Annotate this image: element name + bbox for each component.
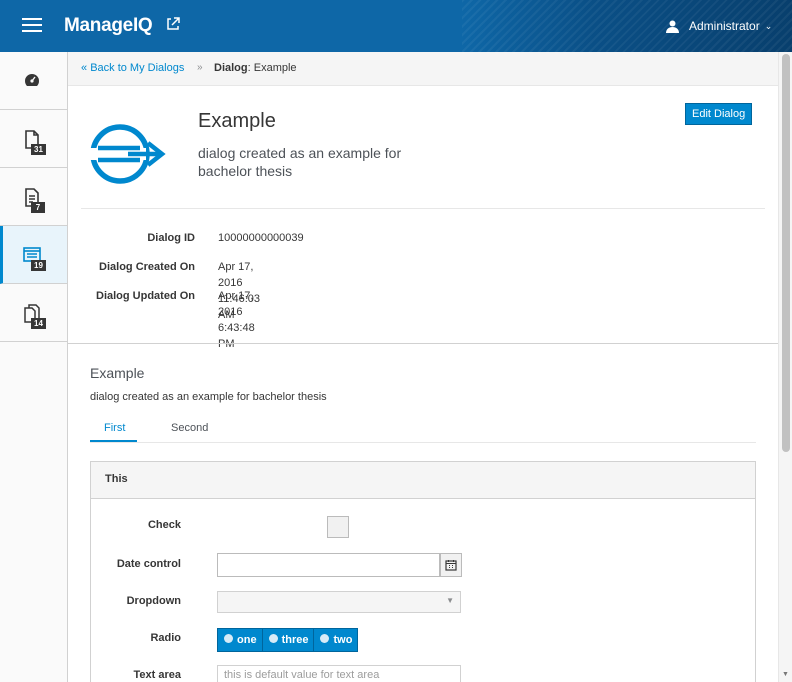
text-area-field[interactable]: this is default value for text area xyxy=(217,665,461,682)
user-icon xyxy=(666,20,679,33)
tab-second[interactable]: Second xyxy=(171,422,208,440)
scroll-down-icon[interactable]: ▼ xyxy=(782,671,789,678)
sidebar-item-files[interactable]: 31 xyxy=(0,110,67,168)
sidebar: 31 7 19 14 xyxy=(0,52,68,682)
sidebar-item-dashboard[interactable] xyxy=(0,52,67,110)
dashboard-icon xyxy=(25,74,40,86)
property-value: 10000000000039 xyxy=(218,232,304,244)
scrollbar[interactable]: ▼ xyxy=(778,52,792,682)
dialog-large-icon xyxy=(88,124,166,184)
dropdown-select[interactable]: ▼ xyxy=(217,591,461,613)
count-badge: 19 xyxy=(31,260,46,271)
count-badge: 14 xyxy=(31,318,46,329)
field-label-dropdown: Dropdown xyxy=(126,595,181,607)
chevron-down-icon: ⌄ xyxy=(764,20,773,31)
caret-down-icon: ▼ xyxy=(446,596,454,605)
count-badge: 7 xyxy=(31,202,45,213)
sidebar-item-dialogs[interactable]: 19 xyxy=(0,226,67,284)
breadcrumb-separator-icon: » xyxy=(197,62,203,73)
dialog-title: Example xyxy=(198,110,276,132)
divider xyxy=(81,208,765,209)
property-label: Dialog Updated On xyxy=(96,290,195,302)
menu-toggle-icon[interactable] xyxy=(22,18,42,32)
dialog-description: dialog created as an example for bachelo… xyxy=(198,145,402,179)
property-label: Dialog ID xyxy=(147,232,195,244)
radio-dot-icon xyxy=(268,633,278,643)
date-control-input[interactable] xyxy=(217,553,440,577)
calendar-button[interactable] xyxy=(440,553,462,577)
tab-first[interactable]: First xyxy=(90,422,138,442)
check-checkbox[interactable] xyxy=(327,516,349,538)
property-label: Dialog Created On xyxy=(99,261,195,273)
field-label-check: Check xyxy=(147,519,181,531)
count-badge: 31 xyxy=(31,144,46,155)
sidebar-item-copies[interactable]: 14 xyxy=(0,284,67,342)
scrollbar-thumb[interactable] xyxy=(782,54,790,452)
radio-option-three[interactable]: three xyxy=(263,629,315,651)
breadcrumb-current: Dialog: Example xyxy=(214,62,297,74)
user-menu[interactable]: Administrator ⌄ xyxy=(666,19,772,33)
field-label-radio: Radio xyxy=(150,632,181,644)
main-content: « Back to My Dialogs » Dialog: Example E… xyxy=(68,52,778,682)
field-label-date: Date control xyxy=(116,558,181,570)
edit-dialog-button[interactable]: Edit Dialog xyxy=(685,103,753,125)
divider xyxy=(68,343,778,344)
sidebar-item-documents[interactable]: 7 xyxy=(0,168,67,226)
section-heading: This xyxy=(91,462,755,499)
radio-dot-icon xyxy=(320,633,330,643)
user-name: Administrator xyxy=(689,19,760,33)
radio-option-one[interactable]: one xyxy=(218,629,263,651)
radio-dot-icon xyxy=(224,633,233,643)
form-tabs: First Second xyxy=(90,419,756,443)
radio-group: one three two xyxy=(217,628,359,652)
back-to-dialogs-link[interactable]: « Back to My Dialogs xyxy=(81,62,184,74)
breadcrumb: « Back to My Dialogs » Dialog: Example xyxy=(68,52,778,86)
brand-logo[interactable]: ManageIQ xyxy=(64,15,153,37)
form-description: dialog created as an example for bachelo… xyxy=(90,391,327,403)
external-link-icon[interactable] xyxy=(165,16,181,32)
form-title: Example xyxy=(90,365,145,381)
field-label-textarea: Text area xyxy=(133,669,182,681)
top-navbar: ManageIQ Administrator ⌄ xyxy=(0,0,792,52)
radio-option-two[interactable]: two xyxy=(314,629,357,651)
form-section-panel: This Check Date control Dropdown ▼ Radio… xyxy=(90,461,756,682)
calendar-icon xyxy=(445,560,457,571)
